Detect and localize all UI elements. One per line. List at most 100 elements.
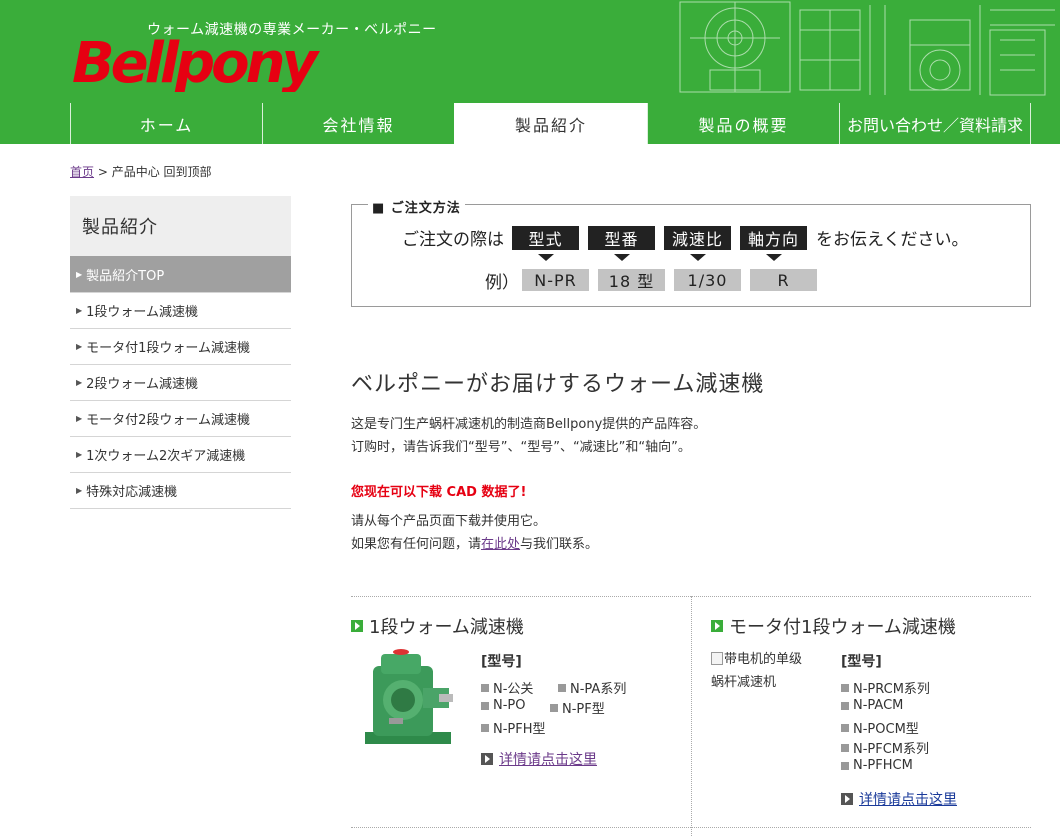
divider [351, 827, 1031, 828]
sidebar-item-single-stage-motor[interactable]: ▶ モータ付1段ウォーム減速機 [70, 329, 291, 365]
square-bullet-icon [841, 723, 849, 732]
intro-line-2: 订购时，请告诉我们“型号”、“型号”、“减速比”和“轴向”。 [351, 440, 691, 455]
sidebar-title: 製品紹介 [70, 196, 291, 256]
example-model-type: N-PR [522, 269, 589, 291]
model-label: N-公关 [493, 682, 534, 697]
svg-text:Bellpony: Bellpony [72, 31, 320, 92]
sidebar-item-label: 特殊対応減速機 [86, 485, 178, 500]
nav-home[interactable]: ホーム [70, 103, 262, 144]
page-heading: ベルポニーがお届けするウォーム減速機 [351, 372, 765, 397]
broken-image-icon [711, 652, 723, 665]
sidebar-item-double-stage[interactable]: ▶ 2段ウォーム減速機 [70, 365, 291, 401]
sidebar-item-label: モータ付2段ウォーム減速機 [86, 413, 251, 428]
contact-after: 与我们联系。 [520, 537, 599, 552]
example-model-number: 18 型 [598, 269, 665, 291]
field-model-number: 型番 [588, 225, 655, 261]
triangle-bullet-icon: ▶ [76, 414, 83, 423]
model-label: N-PA系列 [570, 682, 627, 697]
model-header: [型号] [841, 654, 882, 670]
sidebar-item-double-stage-motor[interactable]: ▶ モータ付2段ウォーム減速機 [70, 401, 291, 437]
product-title-single-stage[interactable]: 1段ウォーム減速機 [351, 613, 524, 639]
order-suffix: をお伝えください。 [816, 230, 969, 250]
sidebar-item-label: 製品紹介TOP [86, 268, 165, 284]
model-item[interactable]: N-PO [481, 698, 526, 713]
detail-link-single-stage[interactable]: 详情请点击这里 [481, 749, 597, 769]
field-model-type: 型式 [512, 225, 579, 261]
green-arrow-icon [711, 620, 723, 632]
model-item[interactable]: N-PFCM系列 [841, 738, 929, 757]
nav-contact[interactable]: お問い合わせ／資料請求 [839, 103, 1031, 144]
nav-products[interactable]: 製品紹介 [454, 103, 647, 144]
model-item[interactable]: N-PRCM系列 [841, 678, 930, 697]
field-shaft-direction: 軸方向 [740, 225, 807, 261]
order-method-box: ■ ご注文方法 ご注文の際は 型式 型番 減速比 軸方向 をお伝えください。 例… [351, 197, 1031, 307]
product-grid: 1段ウォーム減速機 [型号] N-公关 N-PA系列 N-PO N-PF型 N-… [351, 596, 1031, 836]
square-bullet-icon [841, 743, 849, 752]
field-ratio: 減速比 [664, 225, 731, 261]
green-arrow-icon [351, 620, 363, 632]
broken-product-image[interactable]: 带电机的单级 蜗杆减速机 [711, 648, 831, 694]
triangle-bullet-icon: ▶ [76, 486, 83, 495]
model-header: [型号] [481, 654, 522, 670]
model-label: N-POCM型 [853, 722, 919, 737]
order-instruction: ご注文の際は 型式 型番 減速比 軸方向 をお伝えください。 [402, 225, 969, 261]
sidebar-item-products-top[interactable]: ▶ 製品紹介TOP [70, 256, 291, 293]
example-shaft-direction: R [750, 269, 817, 291]
square-bullet-icon [841, 701, 849, 710]
download-instruction: 请从每个产品页面下载并使用它。 [351, 514, 547, 529]
nav-company-info[interactable]: 会社情報 [262, 103, 454, 144]
cad-download-notice: 您现在可以下载 CAD 数据了! [351, 485, 527, 500]
model-label: N-PACM [853, 698, 904, 713]
model-item[interactable]: N-PFHCM [841, 758, 913, 773]
main-nav: ホーム 会社情報 製品紹介 製品の概要 お問い合わせ／資料請求 [70, 103, 1031, 144]
model-item[interactable]: N-PA系列 [558, 678, 626, 697]
model-label: N-PO [493, 698, 526, 713]
sidebar-item-single-stage[interactable]: ▶ 1段ウォーム減速機 [70, 293, 291, 329]
image-alt-line-1: 带电机的单级 [724, 652, 803, 667]
model-item[interactable]: N-PFH型 [481, 718, 546, 737]
breadcrumb-separator: > [97, 165, 108, 179]
breadcrumb: 首页 > 产品中心 回到顶部 [70, 163, 212, 180]
product-title-text: モータ付1段ウォーム減速機 [729, 617, 956, 638]
technical-drawing-decoration [679, 1, 1055, 96]
breadcrumb-home-link[interactable]: 首页 [70, 165, 94, 179]
detail-link-text: 详情请点击这里 [859, 792, 957, 808]
detail-link-text: 详情请点击这里 [499, 752, 597, 768]
worm-gear-reducer-image[interactable] [359, 648, 457, 748]
triangle-bullet-icon: ▶ [76, 269, 83, 279]
square-bullet-icon [481, 683, 489, 692]
order-prefix: ご注文の際は [402, 230, 504, 250]
sidebar: 製品紹介 ▶ 製品紹介TOP ▶ 1段ウォーム減速機 ▶ モータ付1段ウォーム減… [70, 196, 291, 509]
breadcrumb-current: 产品中心 回到顶部 [111, 165, 212, 179]
model-item[interactable]: N-PF型 [550, 698, 605, 717]
model-label: N-PFCM系列 [853, 742, 930, 757]
example-label: 例） [485, 273, 519, 293]
square-bullet-icon [481, 701, 489, 710]
model-label: N-PFH型 [493, 722, 546, 737]
nav-product-overview[interactable]: 製品の概要 [647, 103, 839, 144]
model-item[interactable]: N-POCM型 [841, 718, 919, 737]
model-label: N-PFHCM [853, 758, 913, 773]
image-alt-line-2: 蜗杆减速机 [711, 675, 777, 690]
model-item[interactable]: N-PACM [841, 698, 903, 713]
square-bullet-icon [550, 703, 558, 712]
triangle-bullet-icon: ▶ [76, 378, 83, 387]
contact-link[interactable]: 在此处 [481, 537, 520, 552]
example-ratio: 1/30 [674, 269, 741, 291]
bellpony-logo[interactable]: Bellpony [70, 28, 322, 92]
sidebar-item-label: 1段ウォーム減速機 [86, 305, 199, 320]
contact-line: 如果您有任何问题，请在此处与我们联系。 [351, 533, 598, 556]
model-item[interactable]: N-公关 [481, 678, 533, 697]
sidebar-item-worm-gear[interactable]: ▶ 1次ウォーム2次ギア減速機 [70, 437, 291, 473]
sidebar-item-label: 1次ウォーム2次ギア減速機 [86, 449, 246, 464]
triangle-bullet-icon: ▶ [76, 450, 83, 459]
product-title-single-stage-motor[interactable]: モータ付1段ウォーム減速機 [711, 613, 956, 639]
sidebar-item-label: 2段ウォーム減速機 [86, 377, 199, 392]
detail-link-single-stage-motor[interactable]: 详情请点击这里 [841, 789, 957, 809]
square-bullet-icon [558, 683, 566, 692]
sidebar-item-special[interactable]: ▶ 特殊対応減速機 [70, 473, 291, 509]
site-header: ウォーム減速機の専業メーカー・ベルポニー Bellpony ホーム 会社情報 製… [0, 0, 1060, 144]
square-bullet-icon [841, 683, 849, 692]
triangle-bullet-icon: ▶ [76, 342, 83, 351]
divider [691, 596, 692, 836]
